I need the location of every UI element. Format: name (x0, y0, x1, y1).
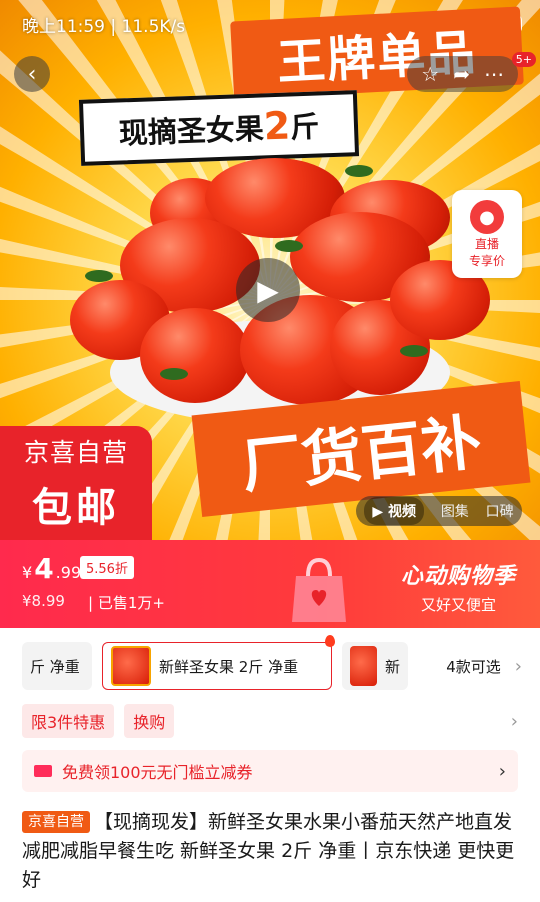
more-icon[interactable]: ⋯ (484, 62, 504, 86)
self-op-tag: 京喜自营 (22, 811, 90, 833)
subhead-prefix: 现摘圣女果 (118, 111, 265, 151)
live-label: 直播 (474, 237, 499, 251)
campaign-subtitle: 又好又便宜 (420, 596, 496, 614)
live-icon: ● (470, 200, 504, 234)
media-tabs: ▶ 视频 图集 口碑 (356, 496, 522, 526)
product-banner[interactable]: 晚上11:59 | 11.5K/s ▮▮▮ ◠ 48 王牌单品 现摘圣女果2斤 … (0, 0, 540, 540)
spec-thumbnail-2 (350, 646, 377, 686)
spec-thumbnail (111, 646, 151, 686)
self-op-label: 京喜自营 (23, 438, 128, 467)
coupon-icon (34, 765, 52, 777)
campaign-banner[interactable]: 心动购物季 又好又便宜 (401, 558, 516, 615)
free-shipping-label: 包邮 (32, 485, 120, 531)
spec-selector: 斤 净重 新鲜圣女果 2斤 净重 新 4款可选 › (22, 635, 522, 692)
original-price: ¥8.99 (22, 592, 65, 610)
promo-tag-exchange: 换购 (124, 704, 175, 738)
coupon-text: 免费领100元无门槛立减券 (62, 763, 253, 782)
chevron-right-icon: › (514, 655, 522, 677)
notification-badge: 5+ (511, 52, 536, 67)
coupon-row[interactable]: 免费领100元无门槛立减券 › (22, 750, 518, 792)
spec-chip-right-label: 新 (384, 657, 400, 676)
live-price-button[interactable]: ● 直播 专享价 (452, 190, 522, 278)
promo-tag-limited: 限3件特惠 (22, 704, 115, 738)
back-icon: ‹ (27, 61, 37, 87)
sold-count: | 已售1万+ (88, 594, 165, 612)
top-actions: ☆ ➦ ⋯ (407, 56, 518, 92)
campaign-title: 心动购物季 (400, 564, 516, 589)
variants-count[interactable]: 4款可选 › (446, 656, 522, 677)
live-sublabel: 专享价 (468, 254, 505, 268)
discount-badge: 5.56折 (80, 556, 134, 579)
banner-subhead: 现摘圣女果 2 斤 (78, 90, 360, 166)
product-title-text: 【现摘现发】新鲜圣女果水果小番茄天然产地直发减肥减脂早餐生吃 新鲜圣女果 2斤 … (22, 811, 515, 891)
tab-gallery[interactable]: 图集 (441, 501, 469, 521)
variants-label: 4款可选 (446, 657, 501, 676)
play-icon: ▶ (257, 273, 279, 307)
back-button[interactable]: ‹ (14, 56, 50, 92)
share-icon[interactable]: ➦ (453, 62, 470, 86)
status-time: 晚上11:59 (22, 16, 105, 37)
spec-chip-selected[interactable]: 新鲜圣女果 2斤 净重 (102, 635, 335, 690)
chevron-right-icon: › (498, 760, 506, 782)
tab-reviews[interactable]: 口碑 (486, 501, 514, 521)
price-integer: 4 (34, 552, 54, 585)
spec-chip-left-label: 斤 净重 (30, 657, 80, 676)
status-net-speed: 11.5K/s (121, 16, 186, 37)
shopping-bag-icon (292, 557, 346, 622)
subhead-suffix: 斤 (289, 109, 320, 145)
price-currency: ¥ (22, 563, 33, 582)
price-decimal: .99 (55, 563, 82, 582)
play-button[interactable]: ▶ (236, 258, 300, 322)
promo-row[interactable]: 限3件特惠 换购 › (22, 704, 518, 738)
spec-chip-selected-label: 新鲜圣女果 2斤 净重 (159, 657, 299, 676)
chevron-right-icon: › (510, 710, 518, 732)
star-icon[interactable]: ☆ (421, 62, 439, 86)
spec-chip-right[interactable]: 新 (342, 642, 408, 690)
subhead-number: 2 (262, 103, 291, 149)
current-price: ¥4.99 (22, 552, 81, 585)
hot-icon (325, 635, 335, 647)
self-operated-badge: 京喜自营 包邮 (0, 426, 152, 540)
product-title: 京喜自营 【现摘现发】新鲜圣女果水果小番茄天然产地直发减肥减脂早餐生吃 新鲜圣女果… (22, 808, 520, 895)
spec-chip-left[interactable]: 斤 净重 (22, 642, 92, 690)
tab-video[interactable]: ▶ 视频 (364, 497, 425, 525)
